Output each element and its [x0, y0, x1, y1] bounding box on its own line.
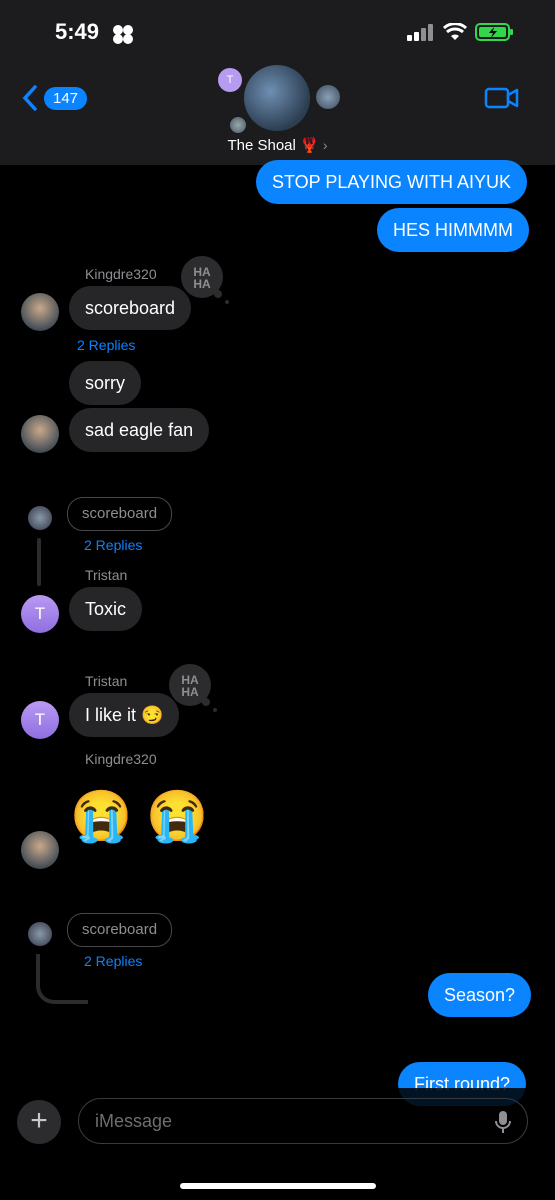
status-icons: [407, 22, 515, 42]
avatar: [28, 506, 52, 530]
thread-quote[interactable]: scoreboard: [67, 497, 173, 531]
avatar: [28, 922, 52, 946]
avatar[interactable]: [21, 831, 59, 869]
tapback-tail: [202, 698, 210, 706]
incoming-message[interactable]: I like it 😏: [69, 693, 180, 737]
signal-icon: [407, 24, 433, 41]
replies-link[interactable]: 2 Replies: [84, 953, 142, 969]
sender-name: Kingdre320: [85, 751, 157, 767]
conversation-header: 5:49 147 T The Shoal 🦞 ›: [0, 0, 555, 165]
sender-name: Tristan: [85, 673, 128, 689]
wifi-icon: [443, 23, 467, 40]
outgoing-message[interactable]: HES HIMMMM: [377, 208, 529, 252]
avatar[interactable]: [21, 293, 59, 331]
focus-icon: [110, 24, 136, 49]
avatar[interactable]: [21, 415, 59, 453]
thread-quote[interactable]: scoreboard: [67, 913, 173, 947]
video-call-button[interactable]: [484, 86, 520, 115]
message-placeholder: iMessage: [95, 1111, 173, 1131]
replies-link[interactable]: 2 Replies: [77, 337, 135, 353]
thread-line: [36, 954, 88, 1004]
incoming-message[interactable]: sad eagle fan: [69, 408, 210, 452]
outgoing-message[interactable]: STOP PLAYING WITH AIYUK: [256, 160, 528, 204]
chevron-right-icon: ›: [322, 137, 328, 153]
tapback-tail: [225, 300, 229, 304]
emoji-message[interactable]: 😭 😭: [70, 786, 208, 846]
avatar[interactable]: T: [21, 701, 59, 739]
incoming-message[interactable]: scoreboard: [69, 286, 192, 330]
tapback-tail: [213, 708, 217, 712]
tapback-tail: [214, 290, 222, 298]
sender-name: Tristan: [85, 567, 128, 583]
battery-icon: [475, 23, 513, 41]
message-input[interactable]: iMessage: [78, 1098, 528, 1144]
group-avatar[interactable]: [244, 65, 310, 131]
video-camera-icon: [484, 87, 519, 109]
member-avatar: [230, 117, 246, 133]
sender-name: Kingdre320: [85, 266, 157, 282]
plus-button[interactable]: +: [17, 1100, 61, 1144]
home-indicator[interactable]: [180, 1183, 376, 1189]
thread-line: [37, 538, 41, 586]
group-name[interactable]: The Shoal 🦞 ›: [0, 136, 555, 154]
unread-count-badge: 147: [44, 86, 88, 110]
outgoing-message[interactable]: Season?: [428, 973, 532, 1017]
back-button[interactable]: 147: [20, 84, 88, 112]
replies-link[interactable]: 2 Replies: [84, 537, 142, 553]
member-avatar: [316, 85, 340, 109]
member-avatar: T: [218, 68, 242, 92]
avatar[interactable]: T: [21, 595, 59, 633]
incoming-message[interactable]: sorry: [69, 361, 141, 405]
chevron-left-icon: [22, 85, 37, 111]
incoming-message[interactable]: Toxic: [69, 587, 143, 631]
status-time: 5:49: [55, 19, 100, 44]
microphone-icon: [495, 1111, 511, 1133]
